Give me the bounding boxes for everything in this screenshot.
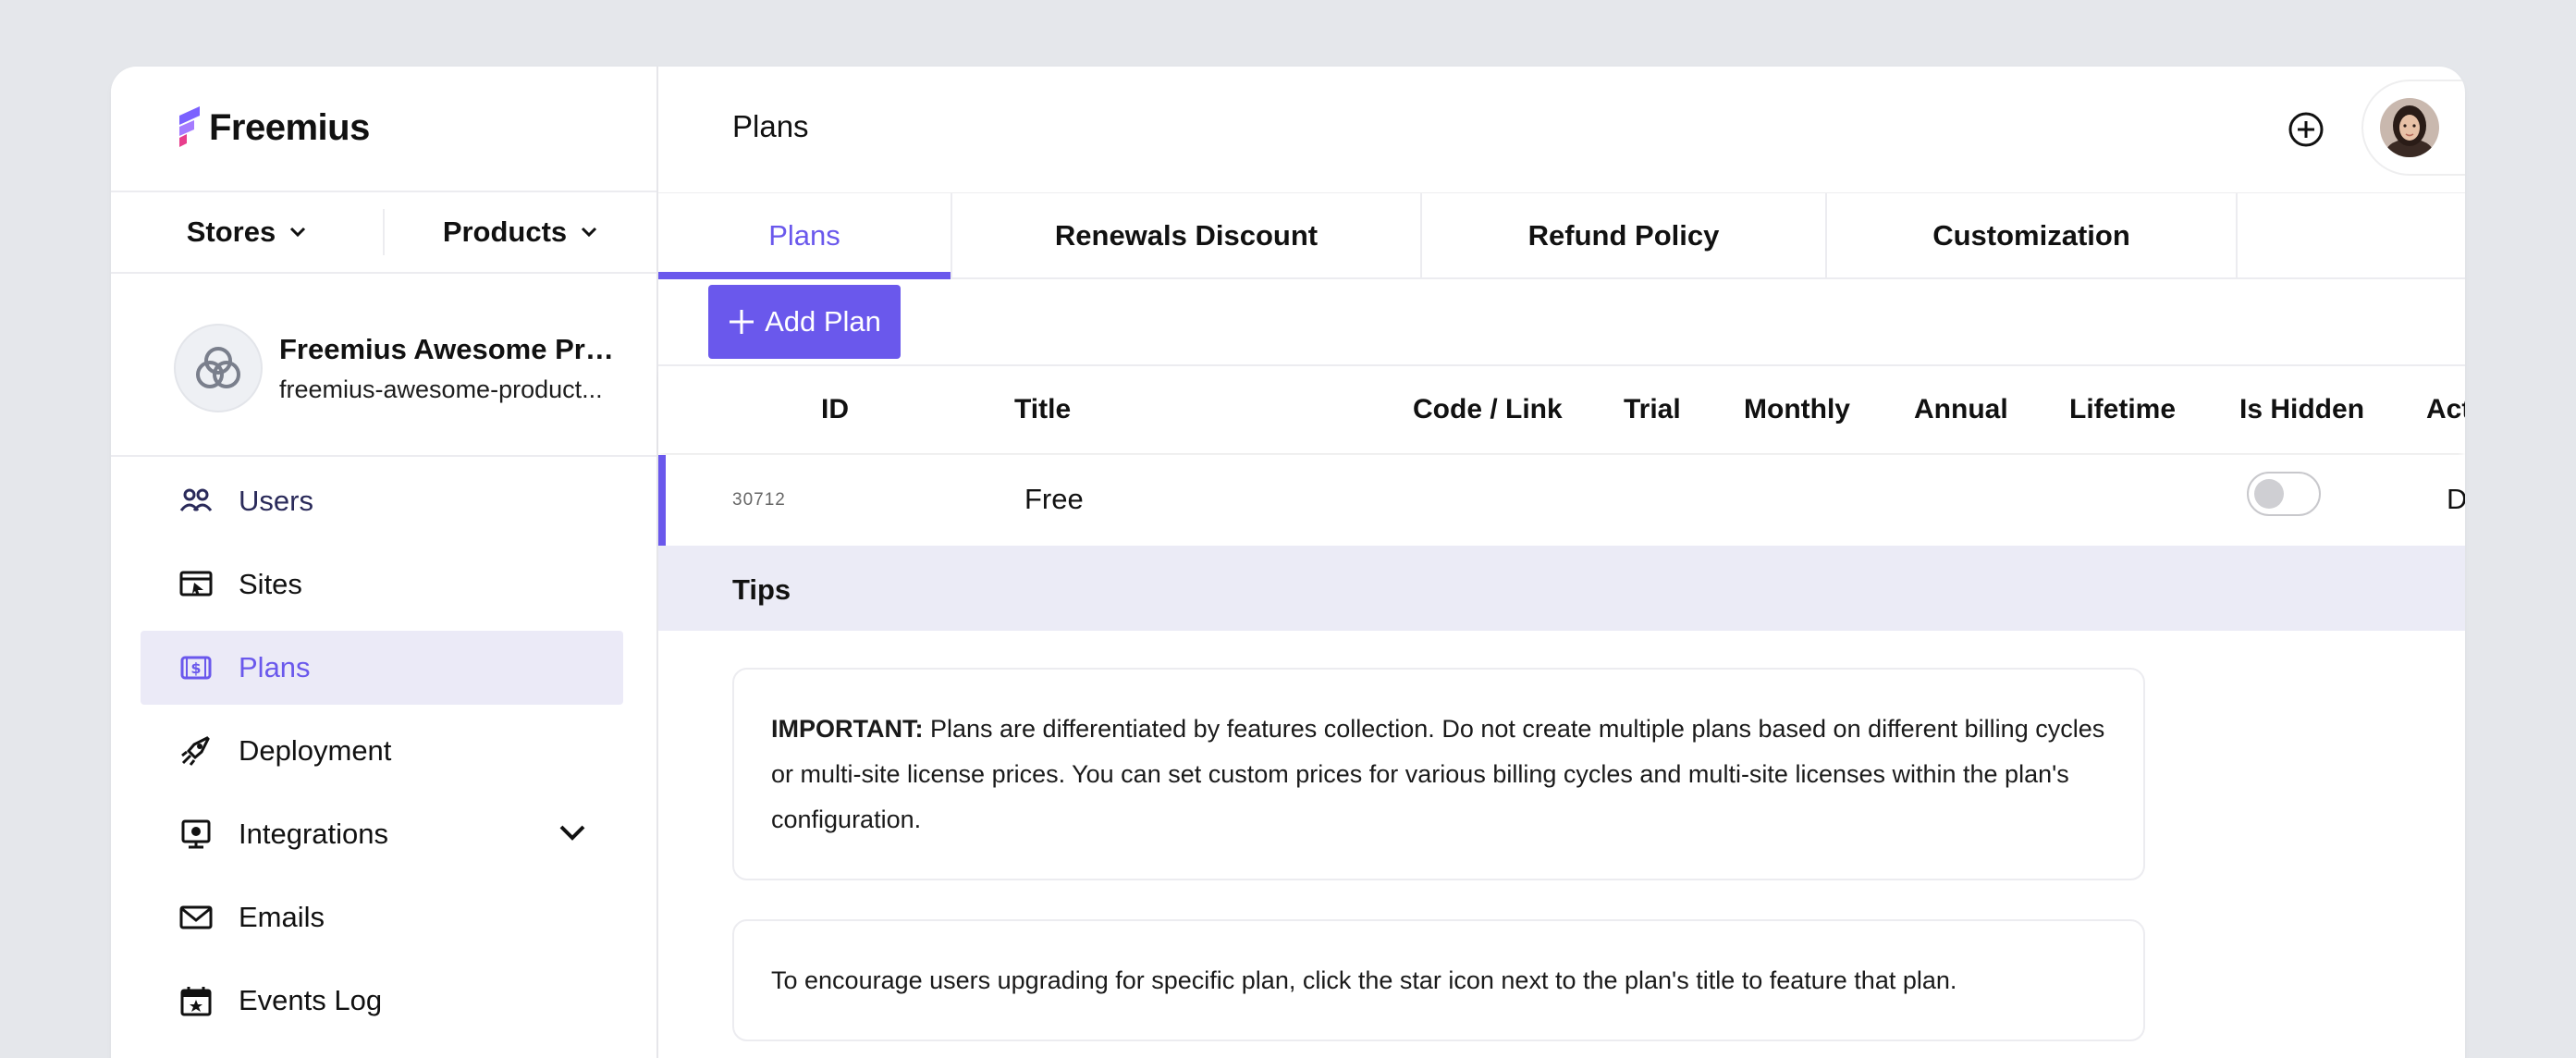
- add-circle-icon[interactable]: [2288, 111, 2325, 148]
- deployment-icon: [178, 732, 215, 769]
- sidebar-item-sites[interactable]: Sites: [141, 547, 623, 621]
- users-icon: [178, 483, 215, 520]
- toggle-knob: [2254, 479, 2284, 509]
- products-dropdown[interactable]: Products: [385, 215, 656, 249]
- product-avatar: [174, 324, 263, 412]
- tip-important: IMPORTANT: Plans are differentiated by f…: [732, 668, 2145, 880]
- sidebar-item-label: Users: [239, 485, 313, 517]
- column-header-monthly[interactable]: Monthly: [1744, 394, 1850, 425]
- product-logo-icon: [196, 347, 240, 388]
- column-header-actions[interactable]: Actions: [2426, 394, 2465, 425]
- sites-icon: [178, 566, 215, 603]
- avatar: [2380, 98, 2439, 157]
- tip-feature-plan: To encourage users upgrading for specifi…: [732, 919, 2145, 1041]
- sidebar-item-label: Events Log: [239, 984, 383, 1016]
- chevron-down-icon: [290, 227, 306, 238]
- product-name: Freemius Awesome Pro...: [279, 332, 616, 365]
- tips-title: Tips: [732, 573, 791, 606]
- plan-id: 30712: [732, 490, 786, 510]
- tab-refund-policy[interactable]: Refund Policy: [1422, 193, 1827, 277]
- sidebar-item-emails[interactable]: Emails: [141, 880, 623, 954]
- tip-important-label: IMPORTANT:: [771, 715, 924, 743]
- product-slug: freemius-awesome-product...: [279, 375, 603, 403]
- page-title: Plans: [732, 109, 809, 143]
- sidebar-item-integrations[interactable]: Integrations: [141, 797, 623, 871]
- column-header-is-hidden[interactable]: Is Hidden: [2239, 394, 2364, 425]
- stores-dropdown[interactable]: Stores: [111, 215, 383, 249]
- plus-icon: [730, 310, 754, 334]
- column-header-title[interactable]: Title: [1014, 394, 1071, 425]
- stores-label: Stores: [186, 215, 276, 248]
- current-product[interactable]: Freemius Awesome Pro... freemius-awesome…: [174, 322, 619, 414]
- sidebar-item-deployment[interactable]: Deployment: [141, 714, 623, 788]
- integrations-icon: [178, 816, 215, 853]
- products-label: Products: [442, 215, 568, 248]
- table-row[interactable]: 30712 Free Delete: [658, 455, 2465, 547]
- tip-text: Plans are differentiated by features col…: [771, 715, 2105, 833]
- column-header-trial[interactable]: Trial: [1624, 394, 1681, 425]
- tab-plans[interactable]: Plans: [658, 193, 952, 279]
- plans-tabs: Plans Renewals Discount Refund Policy Cu…: [658, 192, 2465, 279]
- events-log-icon: [178, 982, 215, 1019]
- chevron-down-icon: [582, 227, 597, 238]
- tab-customization[interactable]: Customization: [1827, 193, 2238, 277]
- column-header-lifetime[interactable]: Lifetime: [2069, 394, 2176, 425]
- sidebar-item-users[interactable]: Users: [141, 464, 623, 538]
- sidebar-item-label: Plans: [239, 651, 311, 683]
- tab-renewals-discount[interactable]: Renewals Discount: [952, 193, 1422, 277]
- sidebar-nav: Users Sites $ Plans Deployment Integrati…: [141, 457, 623, 1038]
- user-menu[interactable]: [2361, 80, 2465, 176]
- column-header-code-link[interactable]: Code / Link: [1413, 394, 1563, 425]
- column-header-id[interactable]: ID: [821, 394, 849, 425]
- add-plan-button[interactable]: Add Plan: [708, 285, 901, 359]
- sidebar: Freemius Stores Products Freemius Awesom…: [111, 67, 658, 1058]
- sidebar-item-label: Sites: [239, 568, 302, 600]
- plans-icon: $: [178, 649, 215, 686]
- tips-header: Tips: [658, 546, 2465, 631]
- topbar: Plans: [658, 67, 2465, 192]
- freemius-logo[interactable]: Freemius: [176, 102, 370, 154]
- add-plan-label: Add Plan: [765, 305, 881, 338]
- svg-text:$: $: [190, 659, 201, 677]
- sidebar-item-label: Integrations: [239, 818, 388, 850]
- plans-table-header: ID Title Code / Link Trial Monthly Annua…: [658, 364, 2465, 453]
- freemius-logo-mark-icon: [179, 106, 200, 147]
- store-product-switchers: Stores Products: [111, 191, 656, 274]
- email-icon: [178, 899, 215, 936]
- plan-title[interactable]: Free: [1024, 483, 1084, 516]
- tip-text: To encourage users upgrading for specifi…: [771, 966, 1957, 994]
- chevron-down-icon[interactable]: [558, 823, 586, 842]
- is-hidden-toggle[interactable]: [2247, 472, 2321, 516]
- sidebar-item-events-log[interactable]: Events Log: [141, 964, 623, 1038]
- sidebar-item-plans[interactable]: $ Plans: [141, 631, 623, 705]
- delete-plan-link[interactable]: Delete: [2447, 483, 2465, 516]
- sidebar-item-label: Deployment: [239, 734, 392, 767]
- sidebar-item-label: Emails: [239, 901, 325, 933]
- main-content: Plans Plans Renewals Discount Refund Pol…: [658, 67, 2465, 1058]
- app-window: Freemius Stores Products Freemius Awesom…: [111, 67, 2465, 1058]
- column-header-annual[interactable]: Annual: [1914, 394, 2008, 425]
- brand-name: Freemius: [209, 106, 370, 148]
